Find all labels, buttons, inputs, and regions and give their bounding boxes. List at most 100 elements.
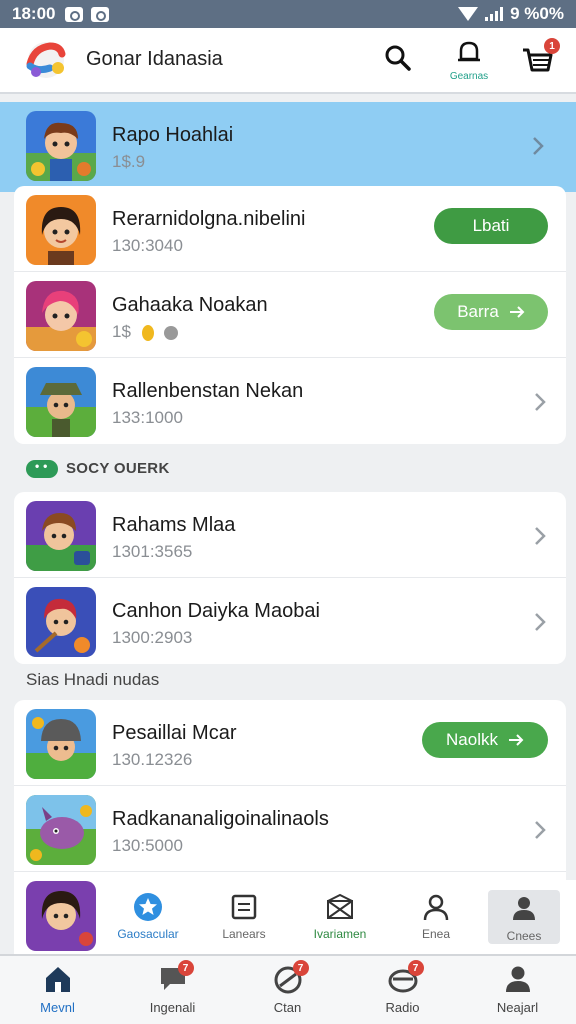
subtab-label: Ivariamen: [313, 927, 367, 941]
nav-item-ctan[interactable]: 7 Ctan: [230, 956, 345, 1024]
radio-icon: 7: [388, 960, 424, 994]
app-meta: 130:5000: [112, 836, 183, 855]
message-notification-icon: [91, 6, 110, 22]
subtab-gaosacular[interactable]: Gaosacular: [100, 880, 196, 954]
list-item[interactable]: Rallenbenstan Nekan 133:1000: [14, 358, 566, 444]
person-icon: [423, 894, 449, 921]
action-button-label: Naolkk: [446, 730, 498, 749]
app-name: Radkananaligoinalinaols: [112, 808, 329, 830]
chevron-right-icon: [535, 613, 546, 631]
subtab-label: Enea: [421, 927, 451, 941]
nav-label: Neajarl: [496, 1000, 539, 1015]
subtab-label: Lanears: [222, 927, 266, 941]
app-thumbnail: [26, 195, 96, 265]
nav-item-radio[interactable]: 7 Radio: [345, 956, 460, 1024]
app-thumbnail: [26, 709, 96, 779]
bell-icon: [458, 41, 480, 62]
section-header: SOCY OUERK: [26, 459, 170, 479]
app-thumbnail: [26, 587, 96, 657]
app-thumbnail: [26, 281, 96, 351]
chat-icon: 7: [158, 960, 194, 994]
app-thumbnail: [26, 111, 96, 181]
app-notification-icon: [65, 6, 84, 22]
list-item[interactable]: Gahaaka Noakan 1$ Barra: [14, 272, 566, 358]
coin-icon: [141, 324, 154, 341]
battery-text: 9 %0%: [510, 4, 564, 23]
chevron-right-icon: [535, 527, 546, 545]
status-bar: 18:00 9 %0%: [0, 0, 576, 28]
app-thumbnail: [26, 881, 96, 951]
signal-icon: [485, 7, 504, 21]
star-icon: [134, 893, 162, 921]
app-name: Rapo Hoahlai: [112, 124, 234, 146]
profile-icon: [505, 966, 530, 992]
nav-badge: 7: [292, 960, 309, 976]
app-thumbnail: [26, 367, 96, 437]
subtab-lanears[interactable]: Lanears: [196, 880, 292, 954]
subtab-label: Cnees: [506, 929, 542, 943]
nav-label: Ingenali: [149, 1000, 196, 1015]
gear-small-icon: [164, 325, 179, 340]
action-button[interactable]: Naolkk: [422, 722, 548, 758]
app-meta: 1$.9: [112, 152, 146, 171]
list-item[interactable]: Pesaillai Mcar 130.12326 Naolkk: [14, 700, 566, 786]
section-header: Sias Hnadi nudas: [26, 670, 160, 689]
app-name: Pesaillai Mcar: [112, 722, 237, 744]
nav-label: Radio: [385, 1000, 420, 1015]
nav-item-profile[interactable]: Neajarl: [460, 956, 575, 1024]
subtab-label: Gaosacular: [117, 927, 179, 941]
app-meta: 133:1000: [112, 408, 183, 427]
envelope-icon: [327, 893, 353, 919]
list-item[interactable]: Radkananaligoinalinaols 130:5000: [14, 786, 566, 872]
arrow-right-icon: [509, 306, 525, 318]
nav-badge: 7: [407, 960, 424, 976]
card-icon: [231, 894, 257, 920]
app-meta: 1300:2903: [112, 628, 193, 647]
chevron-right-icon: [535, 821, 546, 839]
subtab-ivariamen[interactable]: Ivariamen: [292, 880, 388, 954]
app-meta-text: 1$: [112, 322, 131, 341]
app-logo-icon: [26, 42, 66, 78]
home-icon: [45, 967, 70, 992]
app-name: Rahams Mlaa: [112, 514, 236, 536]
nav-label: Ctan: [273, 1000, 302, 1015]
action-button-label: Lbati: [472, 216, 510, 235]
app-meta: 130.12326: [112, 750, 193, 769]
app-name: Rerarnidolgna.nibelini: [112, 208, 306, 230]
notifications-label: Gearnas: [449, 71, 489, 82]
app-thumbnail: [26, 795, 96, 865]
list-item[interactable]: Rerarnidolgna.nibelini 130:3040 Lbati: [14, 186, 566, 272]
app-thumbnail: [26, 501, 96, 571]
app-list[interactable]: Rapo Hoahlai 1$.9 Rerarnidolgna.nibelini…: [0, 96, 576, 954]
list-item[interactable]: Canhon Daiyka Maobai 1300:2903: [14, 578, 566, 664]
nav-badge: 7: [177, 960, 194, 976]
action-button[interactable]: Barra: [434, 294, 548, 330]
nav-item-ingenali[interactable]: 7 Ingenali: [115, 956, 230, 1024]
app-title: Gonar Idanasia: [86, 48, 223, 70]
notifications-button[interactable]: Gearnas: [444, 40, 494, 86]
wifi-icon: [458, 7, 479, 21]
secondary-tab-bar: Gaosacular Lanears Ivariamen Enea Cnees: [100, 880, 576, 954]
bottom-navigation: Mevnl 7 Ingenali 7 Ctan 7 Radio Neajarl: [0, 954, 576, 1024]
list-item-selected[interactable]: Rapo Hoahlai 1$.9: [0, 102, 576, 192]
app-meta: 130:3040: [112, 236, 183, 255]
search-icon[interactable]: [384, 44, 412, 72]
chevron-right-icon: [535, 393, 546, 411]
list-item[interactable]: Rahams Mlaa 1301:3565: [14, 492, 566, 578]
app-name: Canhon Daiyka Maobai: [112, 600, 320, 622]
subtab-cnees[interactable]: Cnees: [488, 890, 560, 944]
nav-item-home[interactable]: Mevnl: [0, 956, 115, 1024]
status-time: 18:00: [12, 4, 56, 23]
app-meta: 1301:3565: [112, 542, 193, 561]
chat-bubble-icon: [26, 459, 58, 479]
app-header: Gonar Idanasia Gearnas 1: [0, 28, 576, 94]
app-meta: 1$: [112, 322, 179, 342]
subtab-enea[interactable]: Enea: [388, 880, 484, 954]
cart-button[interactable]: 1: [520, 38, 560, 80]
app-name: Gahaaka Noakan: [112, 294, 268, 316]
arrow-right-icon: [508, 734, 524, 746]
action-button[interactable]: Lbati: [434, 208, 548, 244]
app-name: Rallenbenstan Nekan: [112, 380, 304, 402]
person-icon: [513, 897, 535, 920]
section-title: SOCY OUERK: [66, 460, 170, 477]
